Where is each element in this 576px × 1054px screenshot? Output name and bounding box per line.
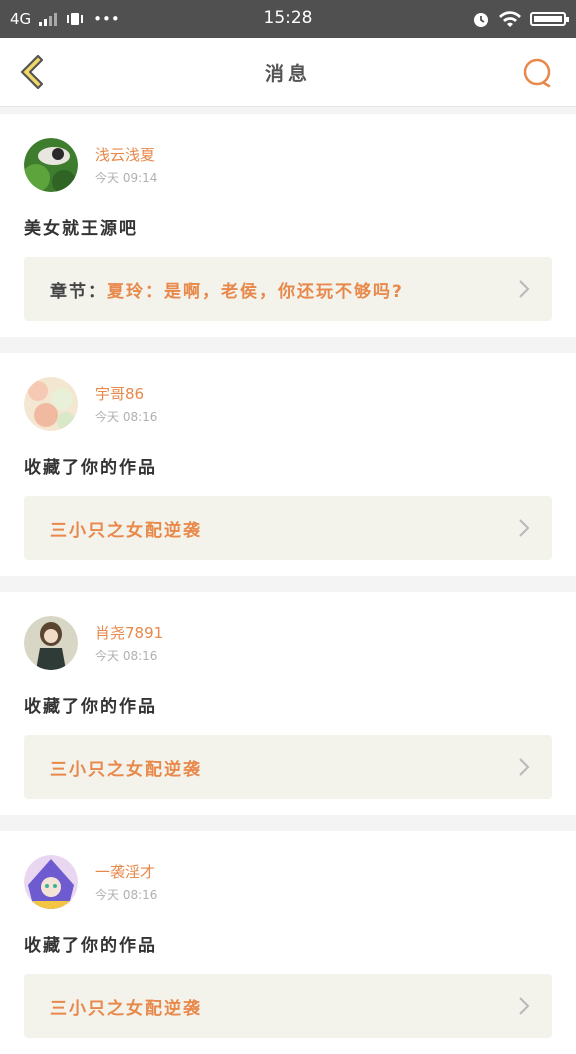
clock: 15:28 — [263, 8, 313, 28]
chevron-right-icon — [519, 280, 530, 298]
quote-text: 三小只之女配逆袭 — [50, 520, 202, 541]
message-text: 收藏了你的作品 — [24, 697, 157, 717]
quoted-work-link[interactable]: 三小只之女配逆袭 — [24, 496, 552, 560]
chevron-right-icon — [519, 519, 530, 537]
message-text: 收藏了你的作品 — [24, 458, 157, 478]
message-list: 浅云浅夏 今天 09:14 美女就王源吧 章节：夏玲：是啊，老侯，你还玩不够吗? — [0, 114, 576, 1054]
chevron-right-icon — [519, 758, 530, 776]
signal-icon — [39, 12, 58, 26]
vibrate-icon — [67, 13, 84, 25]
message-card: 宇哥86 今天 08:16 收藏了你的作品 三小只之女配逆袭 — [0, 353, 576, 576]
message-card: 肖尧7891 今天 08:16 收藏了你的作品 三小只之女配逆袭 — [0, 592, 576, 815]
message-text: 收藏了你的作品 — [24, 936, 157, 956]
search-icon[interactable] — [522, 57, 554, 89]
message-card: 一袭淫才 今天 08:16 收藏了你的作品 三小只之女配逆袭 — [0, 831, 576, 1054]
chevron-right-icon — [519, 997, 530, 1015]
message-card: 浅云浅夏 今天 09:14 美女就王源吧 章节：夏玲：是啊，老侯，你还玩不够吗? — [0, 114, 576, 337]
status-bar: 4G ••• 15:28 — [0, 0, 576, 38]
timestamp: 今天 08:16 — [95, 649, 158, 663]
username[interactable]: 宇哥86 — [95, 383, 157, 404]
page-title: 消息 — [264, 62, 311, 85]
avatar[interactable] — [24, 855, 78, 909]
username[interactable]: 浅云浅夏 — [95, 144, 157, 165]
timestamp: 今天 09:14 — [95, 171, 158, 185]
timestamp: 今天 08:16 — [95, 410, 158, 424]
quoted-work-link[interactable]: 三小只之女配逆袭 — [24, 974, 552, 1038]
avatar[interactable] — [24, 616, 78, 670]
message-text: 美女就王源吧 — [24, 219, 138, 239]
quote-label: 章节： — [50, 281, 107, 302]
quoted-work-link[interactable]: 三小只之女配逆袭 — [24, 735, 552, 799]
username[interactable]: 肖尧7891 — [95, 622, 163, 643]
avatar[interactable] — [24, 377, 78, 431]
username[interactable]: 一袭淫才 — [95, 861, 157, 882]
alarm-icon — [474, 13, 488, 27]
back-arrow-icon[interactable] — [14, 53, 48, 91]
quote-text: 夏玲：是啊，老侯，你还玩不够吗? — [107, 281, 404, 302]
quote-text: 三小只之女配逆袭 — [50, 759, 202, 780]
quote-text: 三小只之女配逆袭 — [50, 998, 202, 1019]
wifi-icon — [499, 11, 521, 27]
quoted-chapter-link[interactable]: 章节：夏玲：是啊，老侯，你还玩不够吗? — [24, 257, 552, 321]
network-type: 4G — [10, 10, 32, 28]
more-icon: ••• — [93, 10, 120, 28]
battery-icon — [530, 12, 569, 26]
header: 消息 — [0, 38, 576, 107]
timestamp: 今天 08:16 — [95, 888, 158, 902]
avatar[interactable] — [24, 138, 78, 192]
